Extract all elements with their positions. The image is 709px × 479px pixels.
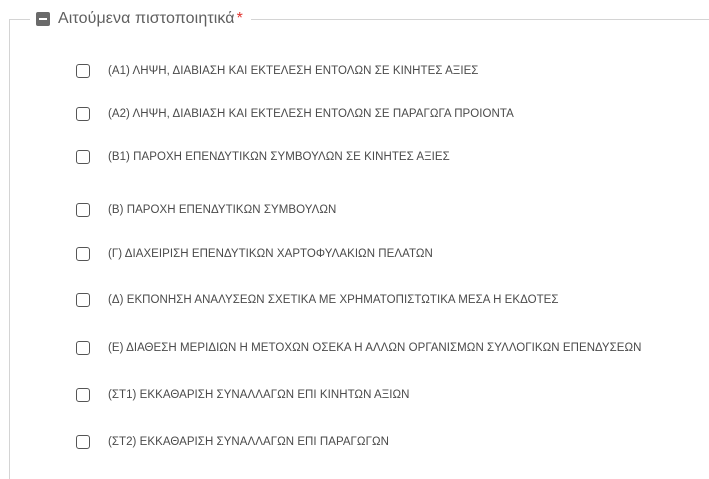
option-label: (Γ) ΔΙΑΧΕΙΡΙΣΗ ΕΠΕΝΔΥΤΙΚΩΝ ΧΑΡΤΟΦΥΛΑΚΙΩΝ…: [108, 248, 433, 260]
option-b[interactable]: (Β) ΠΑΡΟΧΗ ΕΠΕΝΔΥΤΙΚΩΝ ΣΥΜΒΟΥΛΩΝ: [76, 200, 336, 220]
option-a1[interactable]: (Α1) ΛΗΨΗ, ΔΙΑΒΙΑΣΗ ΚΑΙ ΕΚΤΕΛΕΣΗ ΕΝΤΟΛΩΝ…: [76, 61, 478, 81]
option-label: (ΣΤ2) ΕΚΚΑΘΑΡΙΣΗ ΣΥΝΑΛΛΑΓΩΝ ΕΠΙ ΠΑΡΑΓΩΓΩ…: [108, 436, 389, 448]
option-label: (ΣΤ1) ΕΚΚΑΘΑΡΙΣΗ ΣΥΝΑΛΛΑΓΩΝ ΕΠΙ ΚΙΝΗΤΩΝ …: [108, 389, 410, 401]
option-label: (Β1) ΠΑΡΟΧΗ ΕΠΕΝΔΥΤΙΚΩΝ ΣΥΜΒΟΥΛΩΝ ΣΕ ΚΙΝ…: [108, 151, 450, 163]
checkbox[interactable]: [76, 247, 90, 261]
certificate-options-list: (Α1) ΛΗΨΗ, ΔΙΑΒΙΑΣΗ ΚΑΙ ΕΚΤΕΛΕΣΗ ΕΝΤΟΛΩΝ…: [0, 0, 709, 456]
option-b1[interactable]: (Β1) ΠΑΡΟΧΗ ΕΠΕΝΔΥΤΙΚΩΝ ΣΥΜΒΟΥΛΩΝ ΣΕ ΚΙΝ…: [76, 147, 450, 167]
option-e[interactable]: (Ε) ΔΙΑΘΕΣΗ ΜΕΡΙΔΙΩΝ Η ΜΕΤΟΧΩΝ ΟΣΕΚΑ Η Α…: [76, 338, 642, 358]
checkbox[interactable]: [76, 388, 90, 402]
checkbox[interactable]: [76, 64, 90, 78]
checkbox[interactable]: [76, 293, 90, 307]
checkbox[interactable]: [76, 203, 90, 217]
checkbox[interactable]: [76, 107, 90, 121]
option-st1[interactable]: (ΣΤ1) ΕΚΚΑΘΑΡΙΣΗ ΣΥΝΑΛΛΑΓΩΝ ΕΠΙ ΚΙΝΗΤΩΝ …: [76, 385, 410, 405]
option-label: (Β) ΠΑΡΟΧΗ ΕΠΕΝΔΥΤΙΚΩΝ ΣΥΜΒΟΥΛΩΝ: [108, 204, 337, 216]
option-label: (Ε) ΔΙΑΘΕΣΗ ΜΕΡΙΔΙΩΝ Η ΜΕΤΟΧΩΝ ΟΣΕΚΑ Η Α…: [108, 342, 642, 354]
checkbox[interactable]: [76, 150, 90, 164]
checkbox[interactable]: [76, 435, 90, 449]
option-g[interactable]: (Γ) ΔΙΑΧΕΙΡΙΣΗ ΕΠΕΝΔΥΤΙΚΩΝ ΧΑΡΤΟΦΥΛΑΚΙΩΝ…: [76, 244, 433, 264]
option-label: (Α1) ΛΗΨΗ, ΔΙΑΒΙΑΣΗ ΚΑΙ ΕΚΤΕΛΕΣΗ ΕΝΤΟΛΩΝ…: [108, 65, 479, 77]
checkbox[interactable]: [76, 341, 90, 355]
option-d[interactable]: (Δ) ΕΚΠΟΝΗΣΗ ΑΝΑΛΥΣΕΩΝ ΣΧΕΤΙΚΑ ΜΕ ΧΡΗΜΑΤ…: [76, 290, 559, 310]
option-label: (Δ) ΕΚΠΟΝΗΣΗ ΑΝΑΛΥΣΕΩΝ ΣΧΕΤΙΚΑ ΜΕ ΧΡΗΜΑΤ…: [108, 294, 559, 306]
option-a2[interactable]: (Α2) ΛΗΨΗ, ΔΙΑΒΙΑΣΗ ΚΑΙ ΕΚΤΕΛΕΣΗ ΕΝΤΟΛΩΝ…: [76, 104, 514, 124]
option-label: (Α2) ΛΗΨΗ, ΔΙΑΒΙΑΣΗ ΚΑΙ ΕΚΤΕΛΕΣΗ ΕΝΤΟΛΩΝ…: [108, 108, 514, 120]
option-st2[interactable]: (ΣΤ2) ΕΚΚΑΘΑΡΙΣΗ ΣΥΝΑΛΛΑΓΩΝ ΕΠΙ ΠΑΡΑΓΩΓΩ…: [76, 432, 389, 452]
